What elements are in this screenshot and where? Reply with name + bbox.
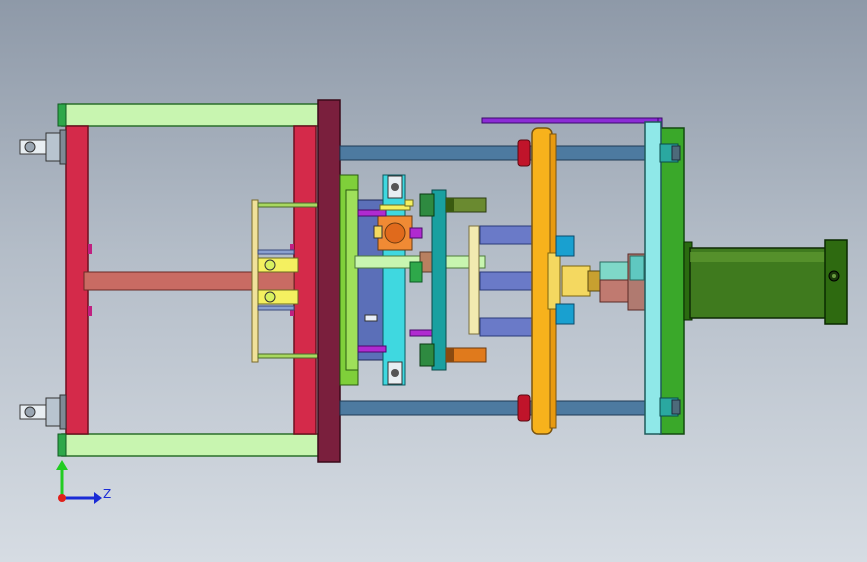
rail-cap [57,103,67,127]
green-end-plate [659,127,685,435]
orientation-triad: Z [56,460,111,504]
green-support-plate-2 [345,189,359,371]
teal-plate [431,189,447,371]
blue-cylinders [479,225,533,337]
caster-top [19,129,67,165]
frame-bottom-rail [61,433,321,457]
cream-plate [468,225,480,335]
frame-top-rail [61,103,321,127]
left-frame [57,103,321,457]
rod-collar [517,394,531,422]
air-cylinder [683,239,848,325]
coupling [561,253,647,311]
purple-strip [481,117,663,124]
cad-viewport[interactable]: Z [0,0,867,562]
clip [88,244,92,254]
center-bar [83,271,295,291]
cyan-end-plate [644,121,662,435]
frame-right-post [293,125,317,435]
assembly-drawing: Z [19,99,848,504]
z-axis-label: Z [103,487,111,501]
caster-bottom [19,394,67,430]
clip [88,306,92,316]
rail-cap [57,433,67,457]
rod-collar [517,139,531,167]
maroon-plate [317,99,341,463]
